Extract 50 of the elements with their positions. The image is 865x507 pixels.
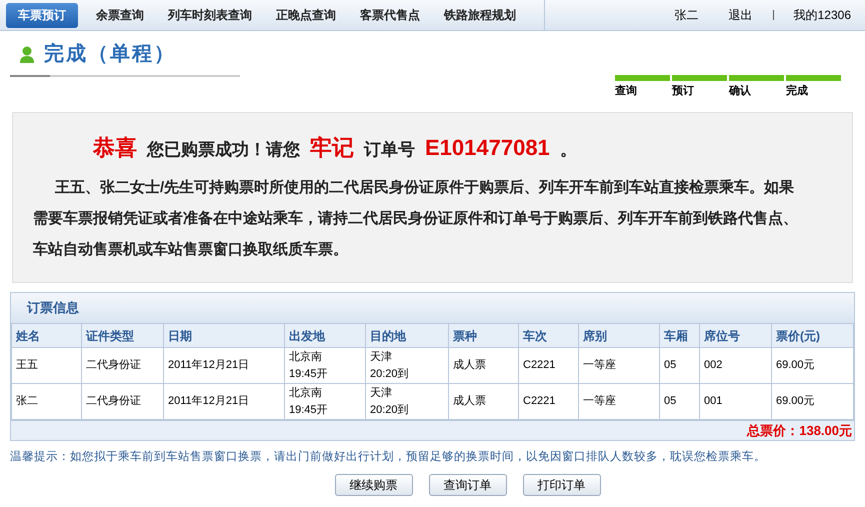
nav-tab[interactable]: 列车时刻表查询: [156, 2, 264, 28]
page-title: 完成（单程）: [44, 42, 176, 67]
table-cell: 002: [700, 348, 772, 384]
action-button[interactable]: 查询订单: [428, 474, 506, 496]
nav-tab[interactable]: 余票查询: [84, 2, 156, 28]
table-cell: 05: [660, 348, 700, 384]
table-cell: C2221: [518, 348, 578, 384]
column-header: 目的地: [366, 324, 448, 348]
step-label: 查询: [615, 84, 638, 99]
table-cell: 一等座: [578, 348, 660, 384]
step-label: 确认: [729, 84, 752, 99]
nav-tab[interactable]: 正晚点查询: [264, 2, 348, 28]
instruction-text: 王五、张二女士/先生可持购票时所使用的二代居民身份证原件于购票后、列车开车前到车站直接检票乘车。如果需要车票报销凭证或者准备在中途站乘车，请持二代居民身份证原件和订单号于购票后、列车开车前到铁路代售点、车站自动售票机或车站售票窗口换取纸质车票。: [33, 178, 799, 260]
table-cell: 天津 20:20到: [366, 348, 448, 384]
message-text: 您已购票成功！请您: [147, 139, 300, 161]
column-header: 出发地: [284, 324, 366, 348]
action-button[interactable]: 继续购票: [334, 474, 412, 496]
total-price: 总票价：138.00元: [747, 422, 852, 440]
highlight-text: 恭喜: [93, 134, 137, 162]
logout-link[interactable]: 退出: [728, 6, 753, 24]
step-label: 完成: [786, 84, 809, 99]
nav-tab[interactable]: 车票预订: [6, 2, 78, 28]
column-header: 票种: [448, 324, 518, 348]
highlight-text: E101477081: [425, 134, 550, 162]
column-header: 席别: [578, 324, 660, 348]
tip-text: 温馨提示：如您拟于乘车前到车站售票窗口换票，请出门前做好出行计划，预留足够的换票时间，以免因窗口排队人数较多，耽误您检票乘车。: [10, 449, 767, 465]
column-header: 席位号: [700, 324, 772, 348]
column-header: 车次: [518, 324, 578, 348]
column-header: 票价(元): [772, 324, 854, 348]
table-cell: 成人票: [448, 348, 518, 384]
action-button[interactable]: 打印订单: [522, 474, 600, 496]
user-name[interactable]: 张二: [674, 6, 699, 24]
person-icon: [20, 46, 34, 62]
highlight-text: 牢记: [310, 134, 354, 162]
nav-tab[interactable]: 铁路旅程规划: [432, 2, 528, 28]
table-cell: 69.00元: [772, 348, 854, 384]
section-title: 订票信息: [27, 299, 79, 318]
column-header: 姓名: [12, 324, 82, 348]
table-cell: 2011年12月21日: [164, 348, 284, 384]
nav-tab[interactable]: 客票代售点: [348, 2, 432, 28]
table-cell: 王五: [12, 348, 82, 384]
message-text: 订单号: [364, 139, 415, 161]
account-link[interactable]: 我的12306: [794, 6, 851, 24]
table-cell: 二代身份证: [82, 348, 164, 384]
step-label: 预订: [672, 84, 695, 99]
table-cell: 北京南 19:45开: [284, 348, 366, 384]
message-text: 。: [560, 139, 577, 161]
column-header: 日期: [164, 324, 284, 348]
column-header: 车厢: [660, 324, 700, 348]
column-header: 证件类型: [82, 324, 164, 348]
